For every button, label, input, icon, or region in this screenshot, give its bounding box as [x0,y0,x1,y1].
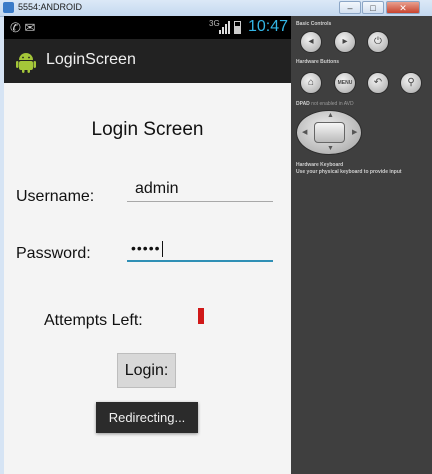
keyboard-label: Hardware Keyboard [296,162,344,168]
username-field[interactable]: admin [127,180,273,202]
text-cursor [161,241,163,258]
username-value: admin [135,180,179,197]
volume-down-icon[interactable]: ◂ [300,31,322,53]
password-field[interactable]: ••••• [127,240,273,262]
login-button[interactable]: Login: [117,353,176,388]
notification-icons: ✆ ✉ [10,20,36,35]
window-title-bar: 5554:ANDROID – □ ✕ [0,0,432,17]
dpad-up-icon[interactable]: ▲ [327,112,334,119]
app-title: LoginScreen [46,51,136,68]
power-icon[interactable]: ⏻ [367,31,389,53]
dpad-left-icon[interactable]: ◀ [302,128,307,136]
emulator-control-panel: Basic Controls ◂ ▸ ⏻ Hardware Buttons ⌂ … [291,16,432,474]
keyboard-note: Use your physical keyboard to provide in… [296,169,402,175]
maximize-button[interactable]: □ [362,1,384,14]
close-button[interactable]: ✕ [386,1,420,14]
username-label: Username: [16,188,95,205]
basic-controls-label: Basic Controls [296,21,332,27]
password-value: ••••• [131,240,161,256]
action-bar: LoginScreen [4,39,291,83]
emulator-window-icon [3,2,14,13]
android-robot-icon [16,53,36,73]
status-clock: 10:47 [248,18,289,35]
device-screen: ✆ ✉ 3G 10:47 LoginScreen Login Screen Us… [4,16,291,474]
toast-message: Redirecting... [96,402,198,433]
search-icon[interactable]: ⚲ [400,72,422,94]
dpad-down-icon[interactable]: ▼ [327,145,334,152]
menu-button[interactable]: MENU [334,72,356,94]
status-bar: ✆ ✉ 3G 10:47 [4,16,291,39]
volume-up-icon[interactable]: ▸ [334,31,356,53]
home-icon[interactable]: ⌂ [300,72,322,94]
dpad-label: DPAD not enabled in AVD [296,101,354,107]
password-label: Password: [16,245,91,262]
attempts-count [198,308,204,324]
signal-icon [219,21,230,34]
dpad-control[interactable]: ▲ ▼ ◀ ▶ [296,110,362,155]
minimize-button[interactable]: – [339,1,361,14]
attempts-label: Attempts Left: [44,312,143,329]
hardware-buttons-label: Hardware Buttons [296,59,340,65]
dpad-center-button[interactable] [314,122,345,143]
window-title: 5554:ANDROID [18,2,83,12]
back-icon[interactable]: ↶ [367,72,389,94]
battery-icon [234,21,241,34]
page-title: Login Screen [91,119,204,140]
dpad-right-icon[interactable]: ▶ [352,128,357,136]
